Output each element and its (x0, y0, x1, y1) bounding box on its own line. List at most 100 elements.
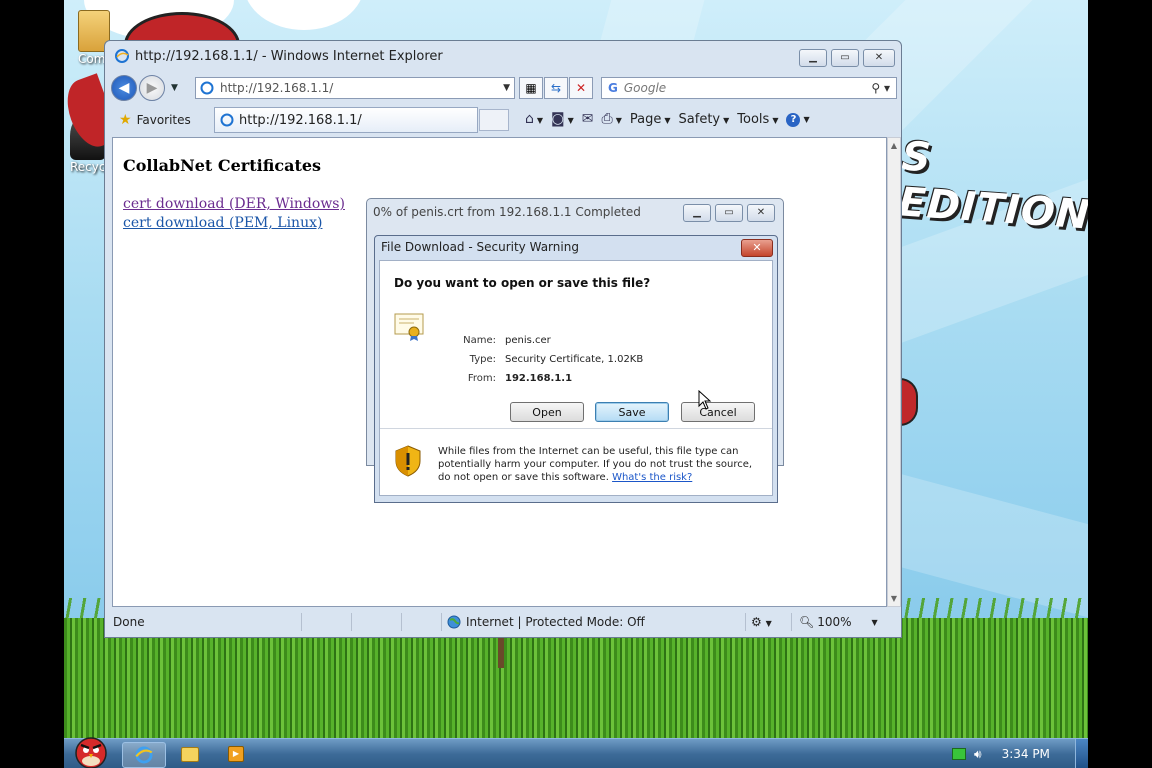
cancel-button[interactable]: Cancel (681, 402, 755, 422)
history-dropdown-icon[interactable]: ▼ (171, 83, 178, 93)
favorites-button[interactable]: ★ Favorites (111, 108, 199, 132)
warning-message: While files from the Internet can be use… (438, 446, 753, 483)
scroll-down-icon[interactable]: ▼ (888, 594, 900, 603)
compatibility-view-icon[interactable]: ▦ (519, 77, 543, 99)
ie-tab-icon (220, 113, 234, 127)
zoom-icon: 🔍︎ (799, 615, 815, 629)
status-divider (441, 613, 442, 631)
address-tools: ▦ ⇆ ✕ (519, 77, 594, 99)
print-button[interactable]: ⎙ ▼ (602, 111, 622, 127)
desktop-icon-label: Recyc (70, 160, 106, 174)
zone-text: Internet | Protected Mode: Off (466, 615, 645, 629)
angry-bird-graphic (900, 378, 918, 426)
status-divider (401, 613, 402, 631)
new-tab-button[interactable] (479, 109, 509, 131)
protected-mode-button[interactable]: ⚙ ▼ (751, 615, 772, 629)
clock[interactable]: 3:34 PM (1002, 747, 1050, 761)
dialog-question: Do you want to open or save this file? (394, 276, 651, 290)
back-button[interactable]: ◀ (111, 75, 137, 101)
taskbar-ie-button[interactable] (122, 742, 166, 768)
taskbar: ▶ 🔊︎ 3:34 PM (64, 737, 1088, 768)
safety-menu-label: Safety (678, 111, 721, 127)
home-button[interactable]: ⌂ ▼ (525, 111, 543, 127)
dialog-title: File Download - Security Warning (381, 240, 579, 254)
media-player-icon: ▶ (228, 746, 244, 762)
safety-menu[interactable]: Safety ▼ (679, 112, 730, 127)
open-button[interactable]: Open (510, 402, 584, 422)
network-icon[interactable] (952, 748, 966, 760)
zoom-button[interactable]: 🔍︎ 100% ▼ (799, 615, 878, 629)
page-menu[interactable]: Page ▼ (630, 112, 671, 127)
search-icon[interactable]: ⚲ ▾ (871, 81, 890, 95)
ie-icon (135, 746, 153, 764)
home-icon: ⌂ (525, 111, 534, 127)
refresh-icon[interactable]: ⇆ (544, 77, 568, 99)
file-source: 192.168.1.1 (505, 373, 573, 384)
navigation-bar: ◀ ▶ ▼ http://192.168.1.1/ ▼ ▦ ⇆ ✕ G Goog… (111, 75, 897, 101)
volume-icon[interactable]: 🔊︎ (974, 747, 982, 762)
rss-icon: ◙ (551, 111, 565, 127)
window-titlebar[interactable]: http://192.168.1.1/ - Windows Internet E… (105, 41, 901, 71)
slingshot-graphic (498, 636, 504, 668)
progress-title: 0% of penis.crt from 192.168.1.1 Complet… (373, 205, 641, 219)
maximize-button[interactable]: ▭ (715, 204, 743, 222)
window-controls: ▁ ▭ ✕ (799, 49, 895, 67)
warning-shield-icon (395, 445, 421, 477)
page-heading: CollabNet Certificates (123, 156, 322, 175)
search-placeholder: Google (623, 81, 667, 95)
command-buttons: ⌂ ▼ ◙ ▼ ✉ ⎙ ▼ Page ▼ Safety ▼ Tools ▼ ? ▼ (525, 107, 810, 131)
close-button[interactable]: ✕ (863, 49, 895, 67)
scroll-up-icon[interactable]: ▲ (888, 141, 900, 150)
field-label: Name: (463, 335, 496, 346)
system-tray: 🔊︎ 3:34 PM (942, 739, 1088, 768)
security-zone[interactable]: Internet | Protected Mode: Off (447, 615, 645, 629)
file-name-row: Name: penis.cer (450, 335, 551, 346)
vertical-scrollbar[interactable]: ▲ ▼ (887, 137, 901, 607)
window-title: http://192.168.1.1/ - Windows Internet E… (135, 48, 443, 64)
taskbar-media-button[interactable]: ▶ (224, 742, 248, 766)
back-arrow-icon: ◀ (118, 80, 130, 96)
save-button[interactable]: Save (595, 402, 669, 422)
close-button[interactable]: ✕ (747, 204, 775, 222)
folder-icon (181, 746, 199, 762)
mail-icon[interactable]: ✉ (582, 111, 594, 127)
minimize-button[interactable]: ▁ (799, 49, 827, 67)
desktop: S EDITION Comp Recyc http://192.168.1.1/… (64, 0, 1088, 768)
show-desktop-button[interactable] (1075, 739, 1088, 768)
forward-button[interactable]: ▶ (139, 75, 165, 101)
cert-download-pem-link[interactable]: cert download (PEM, Linux) (123, 215, 322, 231)
stop-icon[interactable]: ✕ (569, 77, 593, 99)
tools-menu-label: Tools (737, 111, 770, 127)
printer-icon: ⎙ (601, 111, 613, 127)
tab-title: http://192.168.1.1/ (239, 112, 362, 128)
tools-menu[interactable]: Tools ▼ (737, 112, 778, 127)
taskbar-explorer-button[interactable] (178, 742, 202, 766)
status-divider (351, 613, 352, 631)
cloud (244, 0, 364, 30)
minimize-button[interactable]: ▁ (683, 204, 711, 222)
cert-download-der-link[interactable]: cert download (DER, Windows) (123, 196, 345, 212)
dialog-divider (380, 428, 772, 429)
dialog-close-button[interactable]: ✕ (741, 239, 773, 257)
command-bar: ★ Favorites http://192.168.1.1/ ⌂ ▼ ◙ ▼ ✉ … (111, 107, 897, 133)
address-bar[interactable]: http://192.168.1.1/ ▼ (195, 77, 515, 99)
feeds-button[interactable]: ◙ ▼ (551, 111, 574, 127)
maximize-button[interactable]: ▭ (831, 49, 859, 67)
help-menu[interactable]: ? ▼ (786, 111, 810, 127)
address-dropdown-icon[interactable]: ▼ (503, 83, 510, 93)
start-button-angry-bird-icon[interactable] (70, 733, 112, 768)
status-divider (745, 613, 746, 631)
help-icon: ? (786, 113, 801, 127)
security-warning-dialog: File Download - Security Warning ✕ Do yo… (374, 235, 778, 503)
search-box[interactable]: G Google ⚲ ▾ (601, 77, 897, 99)
ie-logo-icon (115, 49, 129, 63)
progress-window-controls: ▁ ▭ ✕ (683, 204, 775, 222)
file-type-row: Type: Security Certificate, 1.02KB (450, 354, 644, 365)
whats-the-risk-link[interactable]: What's the risk? (612, 472, 692, 483)
file-type: Security Certificate, 1.02KB (505, 354, 644, 365)
zoom-dropdown-icon: ▼ (871, 617, 878, 627)
globe-icon (447, 615, 461, 629)
tab-current[interactable]: http://192.168.1.1/ (214, 107, 478, 133)
forward-arrow-icon: ▶ (146, 80, 158, 96)
file-from-row: From: 192.168.1.1 (450, 373, 572, 384)
